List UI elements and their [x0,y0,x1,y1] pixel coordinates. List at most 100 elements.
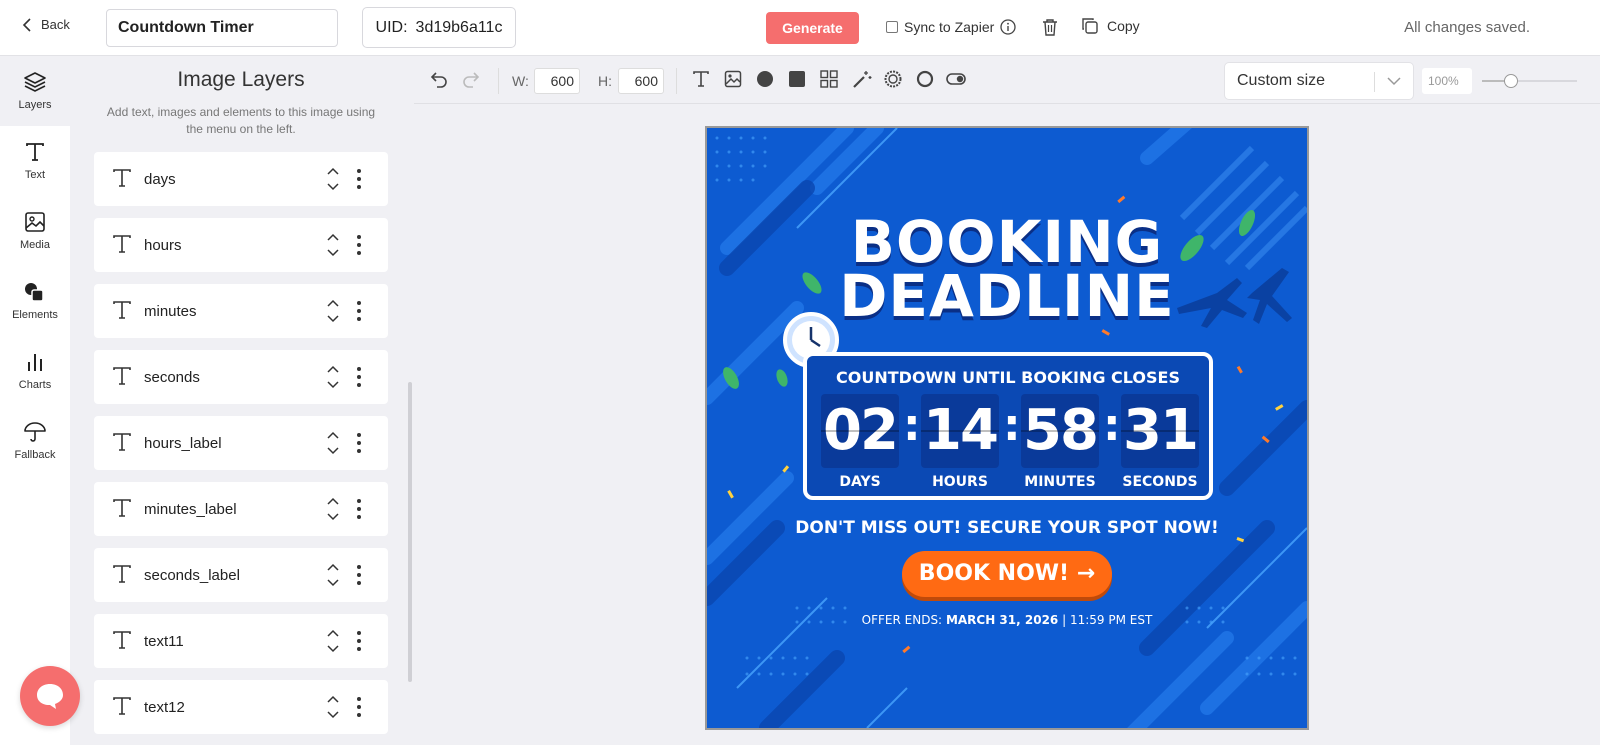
layer-row[interactable]: text11 [94,614,388,668]
text-layer-icon [113,697,131,715]
layer-name: hours_label [144,435,222,452]
text-layer-icon [113,169,131,187]
layer-name: text12 [144,699,185,716]
text-layer-icon [113,301,131,319]
toggle-shape-icon[interactable] [946,70,966,88]
chat-button[interactable] [20,666,80,726]
height-label: H: [598,73,612,89]
add-text-icon[interactable] [692,70,710,88]
redo-icon[interactable] [462,70,480,88]
layer-row[interactable]: days [94,152,388,206]
rail-label-fallback: Fallback [14,449,56,461]
rail-item-charts[interactable]: Charts [0,336,70,406]
tagline: DON'T MISS OUT! SECURE YOUR SPOT NOW! [795,518,1219,538]
info-icon[interactable] [1000,19,1016,35]
layer-name: seconds [144,369,200,386]
back-button[interactable]: Back [22,17,70,32]
more-options-icon[interactable] [356,432,362,454]
zoom-slider-thumb[interactable] [1503,74,1518,88]
layer-row[interactable]: minutes [94,284,388,338]
reorder-icon[interactable] [326,232,340,258]
badge-shape-icon[interactable] [884,70,902,88]
more-options-icon[interactable] [356,168,362,190]
text-layer-icon [113,235,131,253]
countdown-box: COUNTDOWN UNTIL BOOKING CLOSES 02 : 14 :… [803,352,1213,500]
uid-display[interactable]: UID: 3d19b6a11c [362,7,516,48]
more-options-icon[interactable] [356,564,362,586]
more-options-icon[interactable] [356,300,362,322]
more-options-icon[interactable] [356,366,362,388]
umbrella-icon [24,422,46,442]
panel-scrollbar[interactable] [408,382,412,682]
colon-separator: : [1103,400,1121,451]
add-circle-icon[interactable] [756,70,774,88]
rail-item-layers[interactable]: Layers [0,56,70,126]
reorder-icon[interactable] [326,496,340,522]
size-preset-select[interactable]: Custom size [1224,62,1414,100]
more-options-icon[interactable] [356,696,362,718]
reorder-icon[interactable] [326,298,340,324]
add-rectangle-icon[interactable] [788,70,806,88]
reorder-icon[interactable] [326,562,340,588]
rail-item-fallback[interactable]: Fallback [0,406,70,476]
layer-row[interactable]: text12 [94,680,388,734]
panel-title: Image Layers [177,68,305,91]
days-value: 02 [821,394,899,468]
layer-row[interactable]: seconds_label [94,548,388,602]
reorder-icon[interactable] [326,628,340,654]
layer-row[interactable]: minutes_label [94,482,388,536]
add-image-icon[interactable] [724,70,742,88]
layer-row[interactable]: hours [94,218,388,272]
seconds-label: SECONDS [1122,474,1198,490]
design-canvas[interactable]: BOOKING DEADLINE COUNTDOWN UNTIL BOOKING… [705,126,1309,730]
undo-icon[interactable] [430,70,448,88]
chat-bubble-icon [37,684,63,709]
sync-checkbox[interactable] [886,21,898,33]
height-input[interactable]: 600 [618,68,664,94]
offer-ends-text: OFFER ENDS: MARCH 31, 2026 | 11:59 PM ES… [707,613,1307,627]
sync-zapier-toggle[interactable]: Sync to Zapier [886,19,1016,35]
seconds-value: 31 [1121,394,1199,468]
zoom-slider[interactable] [1482,74,1577,88]
reorder-icon[interactable] [326,694,340,720]
headline-line-2: DEADLINE [839,262,1175,330]
toolbar-divider [676,68,677,94]
magic-wand-icon[interactable] [852,70,872,88]
bar-chart-icon [28,354,42,371]
rail-item-elements[interactable]: Elements [0,266,70,336]
more-options-icon[interactable] [356,234,362,256]
more-options-icon[interactable] [356,630,362,652]
layer-name: text11 [144,633,184,650]
layer-row[interactable]: seconds [94,350,388,404]
width-input[interactable]: 600 [534,68,580,94]
offer-prefix: OFFER ENDS: [861,613,943,627]
text-layer-icon [113,631,131,649]
layer-name: minutes_label [144,501,237,518]
toolbar-divider [498,68,499,94]
top-bar: Back Countdown Timer UID: 3d19b6a11c Gen… [0,0,1600,56]
uid-label: UID: [375,18,408,36]
hours-label: HOURS [932,474,988,490]
more-options-icon[interactable] [356,498,362,520]
rail-item-media[interactable]: Media [0,196,70,266]
image-icon [25,212,45,232]
ring-shape-icon[interactable] [916,70,934,88]
size-preset-value: Custom size [1237,72,1326,89]
offer-separator: | [1062,613,1067,627]
copy-button[interactable]: Copy [1081,17,1140,35]
generate-button[interactable]: Generate [766,12,859,44]
width-label: W: [512,73,529,89]
reorder-icon[interactable] [326,364,340,390]
layer-row[interactable]: hours_label [94,416,388,470]
trash-icon[interactable] [1042,18,1058,36]
layer-name: minutes [144,303,197,320]
reorder-icon[interactable] [326,166,340,192]
copy-icon [1082,18,1098,34]
add-grid-icon[interactable] [820,70,838,88]
template-name-input[interactable]: Countdown Timer [106,9,338,47]
rail-item-text[interactable]: Text [0,126,70,196]
offer-date: MARCH 31, 2026 [945,613,1059,627]
book-now-button[interactable]: BOOK NOW! → [902,551,1112,597]
zoom-level[interactable]: 100% [1422,68,1472,94]
reorder-icon[interactable] [326,430,340,456]
